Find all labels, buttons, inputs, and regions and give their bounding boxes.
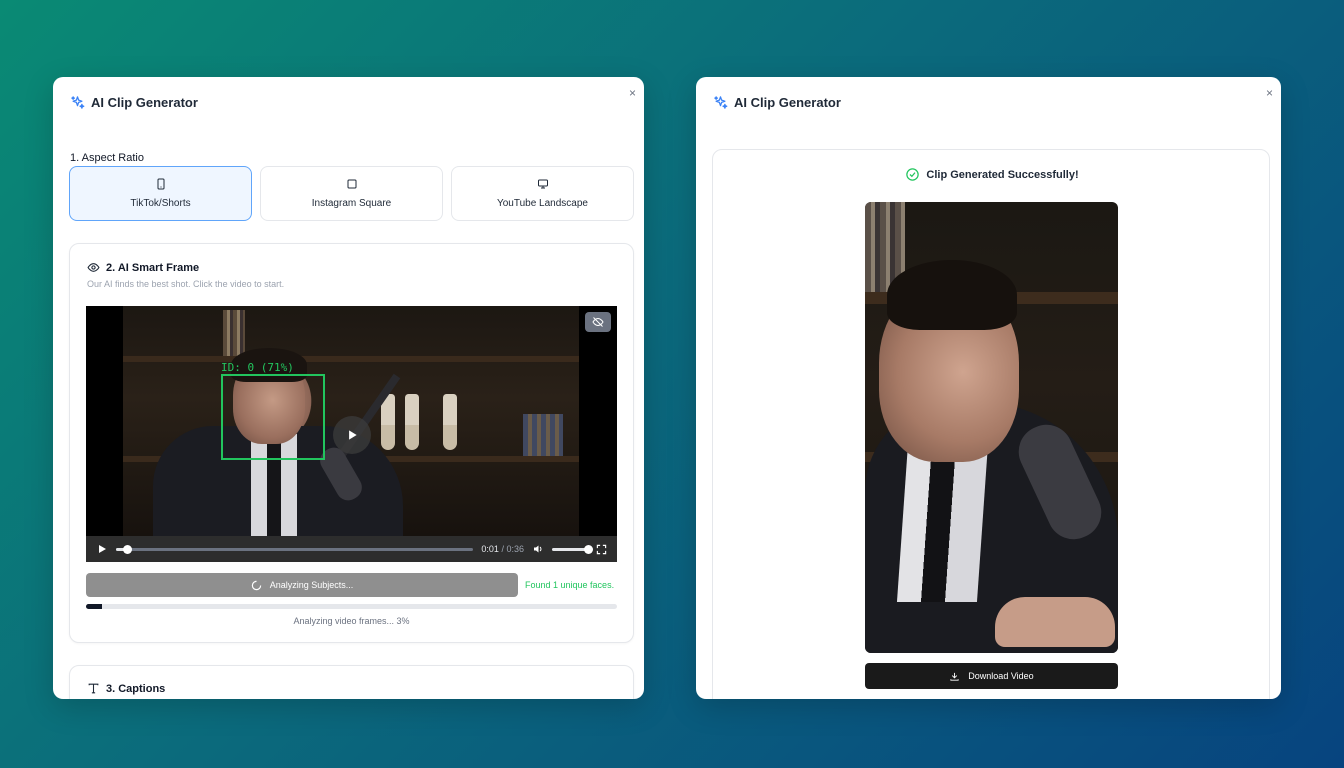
eye-icon xyxy=(87,263,100,272)
aspect-option-label: TikTok/Shorts xyxy=(130,198,191,209)
seek-bar-handle[interactable] xyxy=(122,544,132,554)
seek-bar[interactable] xyxy=(116,544,474,554)
square-icon xyxy=(347,179,356,189)
play-icon xyxy=(349,430,357,440)
captions-title-text: 3. Captions xyxy=(106,682,166,695)
volume-slider[interactable] xyxy=(552,544,593,554)
captions-card: 3. Captions xyxy=(69,665,634,699)
close-button[interactable]: × xyxy=(629,87,636,99)
aspect-option-instagram[interactable]: Instagram Square xyxy=(260,166,443,221)
panel-title: AI Clip Generator xyxy=(91,95,198,110)
subject-hand xyxy=(995,597,1115,647)
download-video-button[interactable]: Download Video xyxy=(865,663,1118,689)
download-icon xyxy=(950,672,959,681)
analyze-button-label: Analyzing Subjects... xyxy=(269,580,354,590)
eye-off-icon xyxy=(592,317,604,327)
faces-found-status: Found 1 unique faces. xyxy=(525,580,615,590)
analysis-progress-bar xyxy=(86,604,617,609)
background-guitar xyxy=(443,394,457,450)
sparkles-icon xyxy=(71,96,85,109)
sparkles-icon xyxy=(714,96,728,109)
analysis-progress-text: Analyzing video frames... 3% xyxy=(293,616,410,626)
video-player[interactable]: ID: 0 (71%) 0:01 / 0:36 xyxy=(86,306,617,562)
volume-icon[interactable] xyxy=(532,543,544,555)
result-card: Clip Generated Successfully! Download Vi… xyxy=(712,149,1270,699)
time-display: 0:01 / 0:36 xyxy=(481,544,524,554)
analysis-progress-fill xyxy=(86,604,102,609)
aspect-option-label: YouTube Landscape xyxy=(496,198,588,209)
aspect-ratio-label: 1. Aspect Ratio xyxy=(70,152,144,164)
aspect-option-tiktok[interactable]: TikTok/Shorts xyxy=(69,166,252,221)
smart-frame-title: 2. AI Smart Frame xyxy=(87,261,199,274)
clip-generator-panel-right: AI Clip Generator × Clip Generated Succe… xyxy=(696,77,1281,699)
panel-header: AI Clip Generator xyxy=(70,95,198,110)
monitor-icon xyxy=(537,179,548,189)
success-message: Clip Generated Successfully! xyxy=(713,167,1271,182)
aspect-ratio-options: TikTok/Shorts Instagram Square YouTube L… xyxy=(69,166,634,221)
play-overlay-button[interactable] xyxy=(333,416,371,454)
success-text: Clip Generated Successfully! xyxy=(926,168,1079,181)
face-id-label: ID: 0 (71%) xyxy=(221,361,294,374)
background-books xyxy=(523,414,563,456)
volume-slider-handle[interactable] xyxy=(584,544,593,554)
spinner-icon xyxy=(251,580,261,590)
text-icon xyxy=(88,683,99,694)
smart-frame-subtitle: Our AI finds the best shot. Click the vi… xyxy=(87,279,285,289)
current-time: 0:01 xyxy=(481,544,499,554)
duration: 0:36 xyxy=(506,544,524,554)
clip-generator-panel-left: AI Clip Generator × 1. Aspect Ratio TikT… xyxy=(53,77,644,699)
check-circle-icon xyxy=(906,168,920,181)
background-shelf xyxy=(123,356,579,362)
play-icon[interactable] xyxy=(96,543,108,555)
aspect-option-youtube[interactable]: YouTube Landscape xyxy=(451,166,634,221)
aspect-option-label: Instagram Square xyxy=(311,198,392,209)
fullscreen-icon[interactable] xyxy=(596,544,607,555)
captions-title: 3. Captions xyxy=(87,682,165,695)
background-guitar xyxy=(405,394,419,450)
analyze-subjects-button[interactable]: Analyzing Subjects... xyxy=(86,573,518,597)
close-button[interactable]: × xyxy=(1266,87,1273,99)
subject-hair xyxy=(887,260,1017,330)
smart-frame-title-text: 2. AI Smart Frame xyxy=(106,261,200,274)
download-button-label: Download Video xyxy=(968,671,1034,681)
panel-title: AI Clip Generator xyxy=(734,95,841,110)
generated-clip-video[interactable] xyxy=(865,202,1118,653)
background-books xyxy=(223,310,245,356)
panel-header: AI Clip Generator xyxy=(713,95,841,110)
video-controls: 0:01 / 0:36 xyxy=(86,536,617,562)
smart-frame-card: 2. AI Smart Frame Our AI finds the best … xyxy=(69,243,634,643)
toggle-overlay-button[interactable] xyxy=(585,312,611,332)
smartphone-icon xyxy=(157,178,164,190)
video-frame[interactable]: ID: 0 (71%) xyxy=(123,306,579,536)
face-detection-box xyxy=(221,374,325,460)
